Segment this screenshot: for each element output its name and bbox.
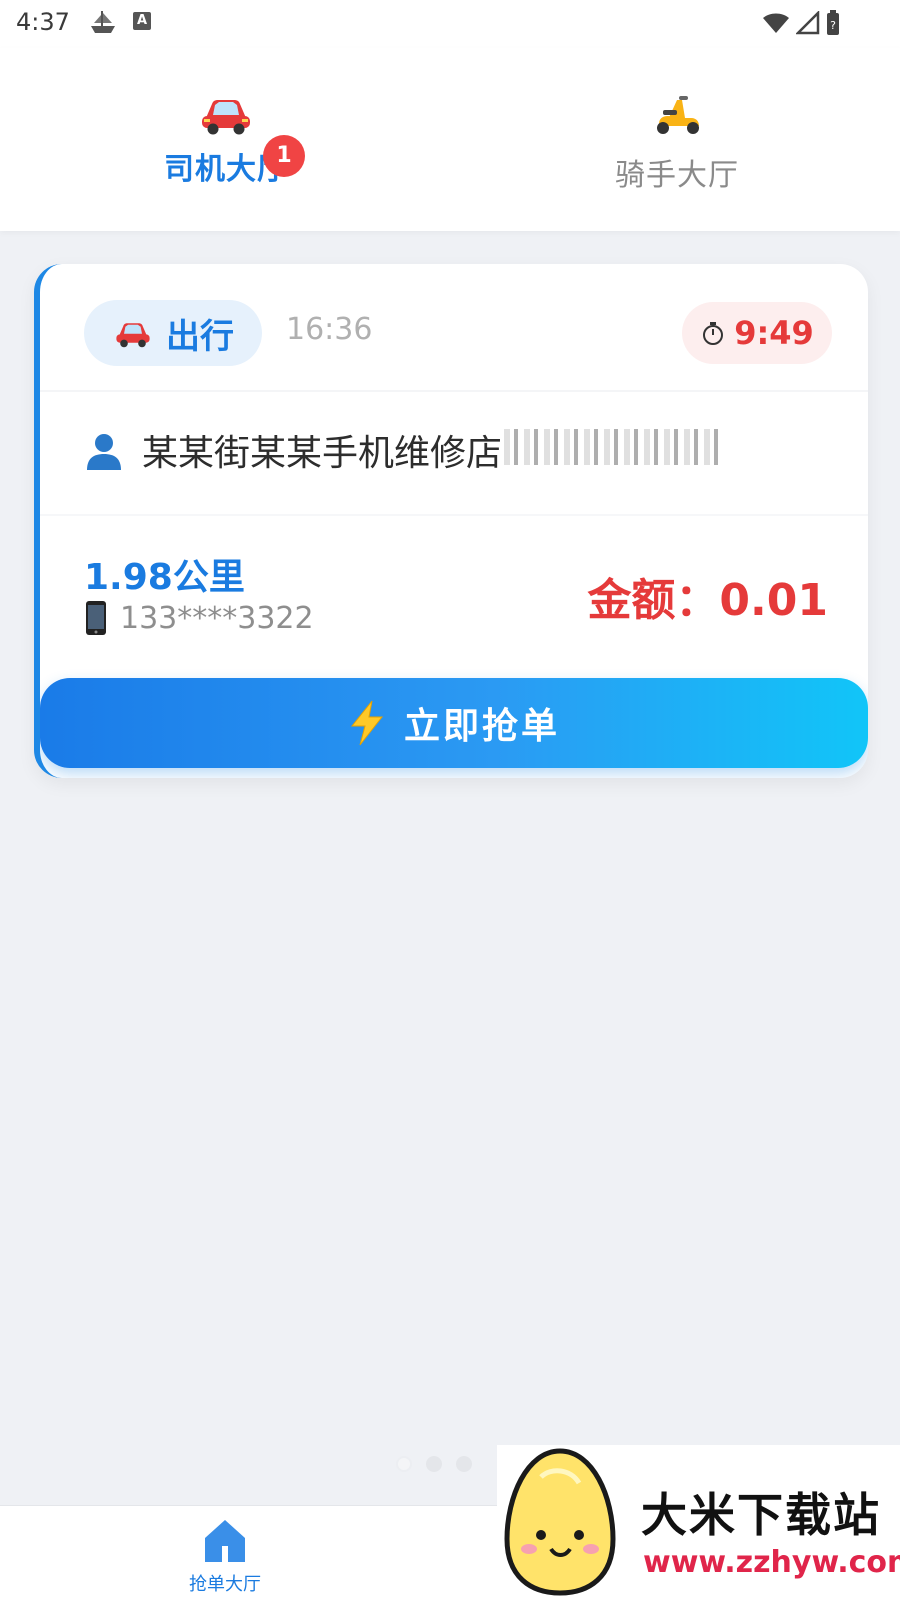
watermark-url: www.zzhyw.com [643,1545,900,1580]
svg-text:?: ? [830,19,836,32]
pager-dot [426,1456,442,1472]
home-icon [205,1520,245,1562]
pager-dots [396,1456,472,1472]
watermark-title: 大米下载站 [641,1488,881,1542]
order-card[interactable]: 出行 16:36 9:49 某某街某某手机维修店 1.98公里 133****3… [34,264,868,778]
tab-rider-label: 骑手大厅 [615,158,739,193]
signal-icon [796,11,820,35]
wifi-icon [763,13,789,33]
customer-name: 某某街某某手机维修店 [142,424,721,476]
status-bar: 4:37 A ? [0,0,900,48]
countdown-value: 9:49 [734,314,814,352]
watermark: 大米下载站 www.zzhyw.com [497,1445,900,1600]
pager-dot [456,1456,472,1472]
order-type-label: 出行 [166,316,234,357]
order-amount: 金额：0.01 [587,575,828,626]
order-type-tag: 出行 [84,300,262,366]
hall-tabs: 司机大厅 1 骑手大厅 [0,48,900,278]
customer-phone: 133****3322 [120,600,314,636]
app-notification-icon: A [133,12,151,30]
nav-item-grab-hall[interactable]: 抢单大厅 [185,1518,265,1596]
stopwatch-icon [703,322,724,345]
grab-order-button[interactable]: 立即抢单 [40,678,868,768]
status-time: 4:37 [16,8,70,36]
countdown-tag: 9:49 [682,302,832,364]
order-time: 16:36 [286,312,373,347]
customer-row: 某某街某某手机维修店 [84,424,721,476]
phone-row: 133****3322 [84,600,314,636]
mobile-phone-icon [86,601,106,635]
lightning-icon [350,700,384,746]
tab-rider-hall[interactable]: 骑手大厅 [577,88,777,194]
divider [40,514,868,516]
unread-badge: 1 [263,135,305,177]
battery-icon: ? [827,10,839,35]
scooter-icon [657,96,699,134]
user-icon [87,434,121,470]
car-icon [116,323,150,348]
divider [40,390,868,392]
nav-label: 抢单大厅 [189,1574,261,1595]
masked-phone [504,429,721,465]
status-indicators: ? [762,8,840,38]
distance: 1.98公里 [84,557,245,598]
pirate-ship-icon [91,11,115,33]
rice-mascot-logo [504,1448,616,1596]
grab-order-label: 立即抢单 [403,706,560,747]
pager-dot [396,1456,412,1472]
car-icon [202,100,250,135]
